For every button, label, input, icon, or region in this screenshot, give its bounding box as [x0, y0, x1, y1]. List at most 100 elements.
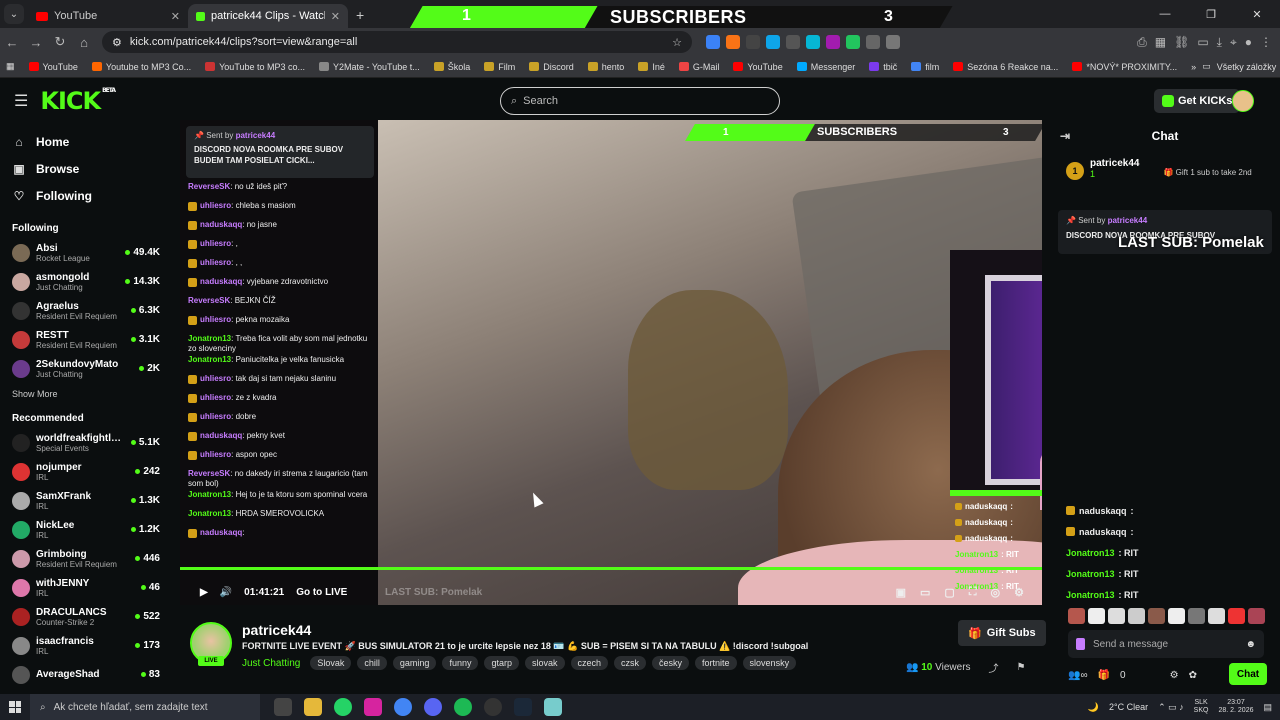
stream-tag[interactable]: Slovak: [310, 656, 352, 670]
emote-menu-icon[interactable]: ✿: [1189, 670, 1197, 681]
chat-username[interactable]: Jonatron13: [1066, 590, 1115, 600]
stream-tag[interactable]: gaming: [392, 656, 437, 670]
emote-icon[interactable]: [1248, 608, 1265, 624]
tray-icons[interactable]: ⌃ ▭ ♪: [1158, 702, 1184, 713]
fullscreen-icon[interactable]: ⛶: [969, 586, 977, 599]
bookmark-item[interactable]: Y2Mate - YouTube t...: [319, 62, 420, 72]
profile-icon[interactable]: ●: [1245, 35, 1252, 50]
app-icon[interactable]: [544, 698, 562, 716]
new-tab-button[interactable]: +: [356, 7, 364, 23]
stream-tag[interactable]: czech: [570, 656, 609, 670]
tab-youtube[interactable]: YouTube ✕: [28, 4, 188, 28]
bookmark-item[interactable]: YouTube: [733, 62, 783, 72]
apps-icon[interactable]: ▦: [6, 61, 15, 72]
theater-icon[interactable]: ▭: [920, 586, 930, 599]
get-kicks-button[interactable]: Get KICKs: [1154, 89, 1241, 113]
stream-tag[interactable]: česky: [652, 656, 690, 670]
extension-icon[interactable]: [826, 35, 840, 49]
bookmark-item[interactable]: Škola: [433, 62, 470, 72]
windows-start-button[interactable]: [0, 701, 30, 713]
extension-icon[interactable]: [786, 35, 800, 49]
gifter-name[interactable]: patricek44: [1090, 158, 1139, 169]
extension-icon[interactable]: [766, 35, 780, 49]
video-player[interactable]: 📌 Sent by patricek44 DISCORD NOVA ROOMKA…: [180, 120, 1042, 605]
sidebar-channel[interactable]: worldfreakfightle... Special Events 5.1K: [0, 428, 172, 457]
task-view-icon[interactable]: [274, 698, 292, 716]
extension-icon[interactable]: [706, 35, 720, 49]
settings-icon[interactable]: ⚙: [1170, 670, 1179, 681]
bookmark-item[interactable]: Iné: [638, 62, 665, 72]
stream-tag[interactable]: funny: [442, 656, 479, 670]
collapse-chat-icon[interactable]: ⇥: [1060, 129, 1070, 143]
sidebar-channel[interactable]: Agraelus Resident Evil Requiem 6.3K: [0, 296, 172, 325]
sidebar-item-home[interactable]: ⌂ Home: [0, 128, 172, 155]
instagram-icon[interactable]: [364, 698, 382, 716]
extension-icon[interactable]: [806, 35, 820, 49]
clip-icon[interactable]: ▣: [896, 586, 906, 599]
stream-tag[interactable]: slovensky: [742, 656, 797, 670]
kick-logo[interactable]: KICK BETA: [40, 87, 116, 115]
video-progress-bar[interactable]: [180, 567, 1042, 570]
bookmark-item[interactable]: G-Mail: [678, 62, 719, 72]
taskbar-search-input[interactable]: ⌕ Ak chcete hľadať, sem zadajte text: [30, 694, 260, 720]
discord-icon[interactable]: [424, 698, 442, 716]
bookmark-item[interactable]: tbič: [869, 62, 897, 72]
chat-username[interactable]: Jonatron13: [1066, 548, 1115, 558]
emote-icon[interactable]: [1148, 608, 1165, 624]
sidebar-channel[interactable]: AverageShad 83: [0, 660, 172, 689]
sidebar-channel[interactable]: RESTT Resident Evil Requiem 3.1K: [0, 325, 172, 354]
bookmark-item[interactable]: film: [911, 62, 939, 72]
menu-icon[interactable]: ⋮: [1260, 35, 1272, 50]
sidebar-channel[interactable]: Grimboing Resident Evil Requiem 446: [0, 544, 172, 573]
volume-icon[interactable]: 🔊: [220, 587, 232, 598]
kicks-icon[interactable]: 🎁: [1098, 670, 1110, 681]
stream-category[interactable]: Just Chatting: [242, 658, 300, 669]
sidebar-item-following[interactable]: ♡ Following: [0, 182, 172, 209]
sidebar-channel[interactable]: SamXFrank IRL 1.3K: [0, 486, 172, 515]
stream-tag[interactable]: chill: [357, 656, 387, 670]
tab-kick-clips[interactable]: patricek44 Clips - Watch Live o ✕: [188, 4, 348, 28]
sidebar-item-browse[interactable]: ▣ Browse: [0, 155, 172, 182]
chrome-icon[interactable]: [394, 698, 412, 716]
bookmark-item[interactable]: Film: [484, 62, 515, 72]
stream-tag[interactable]: czsk: [614, 656, 647, 670]
url-input[interactable]: ⚙ kick.com/patricek44/clips?sort=view&ra…: [102, 31, 692, 53]
bookmark-item[interactable]: Messenger: [796, 62, 855, 72]
close-icon[interactable]: ✕: [331, 10, 340, 23]
sidebar-channel[interactable]: nojumper IRL 242: [0, 457, 172, 486]
user-add-icon[interactable]: ⚑: [1017, 662, 1026, 673]
steam-icon[interactable]: [514, 698, 532, 716]
user-avatar[interactable]: [1232, 90, 1254, 112]
sidebar-channel[interactable]: NickLee IRL 1.2K: [0, 515, 172, 544]
bookmark-item[interactable]: hento: [587, 62, 624, 72]
notifications-icon[interactable]: ▤: [1263, 702, 1272, 713]
location-icon[interactable]: ⌖: [1230, 35, 1237, 50]
emote-icon[interactable]: [1188, 608, 1205, 624]
home-icon[interactable]: ⌂: [72, 35, 96, 50]
chat-username[interactable]: naduskaqq: [1079, 527, 1127, 537]
sidebar-channel[interactable]: DRACULANCS Counter-Strike 2 522: [0, 602, 172, 631]
extension-icon[interactable]: [866, 35, 880, 49]
more-bookmarks-icon[interactable]: »: [1191, 62, 1196, 72]
maximize-icon[interactable]: ❐: [1188, 0, 1234, 28]
emote-icon[interactable]: [1088, 608, 1105, 624]
go-to-live-button[interactable]: Go to LIVE: [296, 587, 347, 598]
bookmark-item[interactable]: *NOVÝ* PROXIMITY...: [1072, 62, 1177, 72]
file-explorer-icon[interactable]: [304, 698, 322, 716]
link-icon[interactable]: ⛓: [1174, 35, 1189, 50]
show-more-link[interactable]: Show More: [0, 389, 172, 399]
minimize-icon[interactable]: —: [1142, 0, 1188, 28]
emote-icon[interactable]: [1208, 608, 1225, 624]
tab-search-button[interactable]: ⌄: [4, 4, 24, 24]
sidebar-channel[interactable]: Absi Rocket League 49.4K: [0, 238, 172, 267]
obs-icon[interactable]: [484, 698, 502, 716]
sidebar-channel[interactable]: isaacfrancis IRL 173: [0, 631, 172, 660]
puzzle-icon[interactable]: [886, 35, 900, 49]
bookmark-item[interactable]: YouTube: [28, 62, 78, 72]
extension-icon[interactable]: [726, 35, 740, 49]
clock[interactable]: 23:07 28. 2. 2026: [1218, 699, 1253, 714]
stream-tag[interactable]: gtarp: [484, 656, 519, 670]
weather-text[interactable]: 2°C Clear: [1109, 702, 1148, 712]
emote-icon[interactable]: [1128, 608, 1145, 624]
print-icon[interactable]: ⎙: [1137, 35, 1147, 50]
